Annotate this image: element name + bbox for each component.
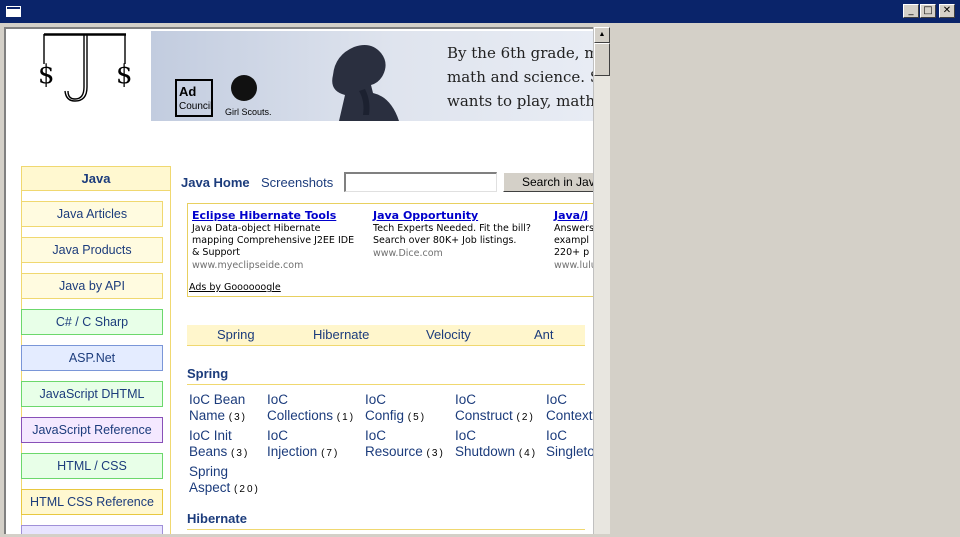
nav-item[interactable]: HTML / CSS [21, 453, 163, 479]
maximize-button[interactable]: □ [920, 4, 936, 18]
topic-label[interactable]: IoC [546, 428, 595, 444]
topic-count: (1) [336, 412, 356, 423]
spring-topic-link[interactable]: IoC Resource (3) [365, 428, 445, 462]
scrollbar-thumb[interactable] [594, 43, 610, 76]
ad-url[interactable]: www.Dice.com [373, 248, 538, 259]
tab-spring[interactable]: Spring [217, 327, 255, 342]
topic-label[interactable]: IoC [546, 392, 593, 408]
vertical-scrollbar[interactable]: ▲ [593, 27, 610, 534]
ad-description: Java Data-object Hibernate mapping Compr… [192, 223, 355, 258]
nav-item[interactable]: Java Articles [21, 201, 163, 227]
topic-label[interactable]: Injection [267, 444, 317, 459]
nav-item[interactable]: Java Products [21, 237, 163, 263]
topic-label[interactable]: IoC Init [189, 428, 249, 444]
search-button[interactable]: Search in Java [503, 172, 603, 192]
section-title-spring[interactable]: Spring [187, 366, 228, 381]
ad-item[interactable]: Java Opportunity Tech Experts Needed. Fi… [373, 209, 538, 259]
ad-title[interactable]: Java Opportunity [373, 209, 538, 222]
ad-url[interactable]: www.myeclipseide.com [192, 260, 364, 271]
topic-label[interactable]: IoC [365, 392, 426, 408]
browser-viewport: $ $ Ad Council Girl Scouts. By the 6th g… [4, 27, 610, 534]
section-divider [187, 384, 585, 385]
girl-scouts-logo-icon [231, 75, 257, 101]
topic-label[interactable]: IoC [455, 428, 537, 444]
ad-description: Tech Experts Needed. Fit the bill? Searc… [373, 223, 531, 246]
svg-text:$: $ [116, 60, 133, 90]
ad-item[interactable]: Eclipse Hibernate Tools Java Data-object… [192, 209, 364, 271]
topic-count: (7) [321, 448, 340, 459]
tab-velocity[interactable]: Velocity [426, 327, 471, 342]
girl-scouts-label: Girl Scouts. [225, 107, 272, 117]
nav-item[interactable]: Java by API [21, 273, 163, 299]
topic-label[interactable]: Name [189, 408, 225, 423]
text-ads-block: Eclipse Hibernate Tools Java Data-object… [187, 203, 607, 297]
nav-item[interactable] [21, 525, 163, 534]
topic-label[interactable]: Shutdown [455, 444, 515, 459]
topic-label[interactable]: Resource [365, 444, 423, 459]
spring-topic-link[interactable]: IoC Shutdown (4) [455, 428, 537, 462]
topic-count: (4) [518, 448, 538, 459]
search-input[interactable] [344, 172, 497, 192]
section-divider [187, 529, 585, 530]
topic-count: (3) [228, 412, 248, 423]
topic-count: (2) [516, 412, 535, 423]
topic-label[interactable]: Beans [189, 444, 227, 459]
ad-title[interactable]: Eclipse Hibernate Tools [192, 209, 364, 222]
spring-topic-link[interactable]: IoC Collections (1) [267, 392, 355, 426]
topic-label[interactable]: Singleto [546, 444, 595, 459]
topic-label[interactable]: Construct [455, 408, 513, 423]
topic-label[interactable]: IoC [365, 428, 445, 444]
topic-tabs: Spring Hibernate Velocity Ant [187, 325, 585, 346]
banner-ad[interactable]: Ad Council Girl Scouts. By the 6th grade… [151, 31, 596, 121]
banner-quote: By the 6th grade, m math and science. S … [447, 44, 596, 110]
svg-text:$: $ [38, 60, 55, 90]
topic-label[interactable]: Collections [267, 408, 333, 423]
topic-count: (3) [231, 448, 250, 459]
minimize-button[interactable]: _ [903, 4, 919, 18]
nav-item[interactable]: ASP.Net [21, 345, 163, 371]
spring-topic-link[interactable]: IoC Init Beans (3) [189, 428, 249, 462]
nav-item[interactable]: JavaScript DHTML [21, 381, 163, 407]
spring-topic-link[interactable]: IoC Singleto [546, 428, 595, 462]
topic-count: (20) [234, 484, 260, 495]
scroll-up-arrow-icon[interactable]: ▲ [594, 27, 610, 43]
spring-topic-link[interactable]: Spring Aspect (20) [189, 464, 260, 498]
java-home-link[interactable]: Java Home [181, 175, 250, 190]
topic-label[interactable]: IoC [267, 428, 339, 444]
topic-label[interactable]: IoC [455, 392, 535, 408]
window-icon [6, 6, 21, 17]
girl-silhouette-image [332, 45, 399, 121]
section-title-hibernate[interactable]: Hibernate [187, 511, 247, 526]
topic-label[interactable]: IoC [267, 392, 355, 408]
close-button[interactable]: ✕ [939, 4, 955, 18]
ad-council-logo: Ad Council [175, 79, 213, 117]
screenshots-link[interactable]: Screenshots [261, 175, 333, 190]
topic-label[interactable]: Config [365, 408, 404, 423]
nav-item[interactable]: HTML CSS Reference [21, 489, 163, 515]
topic-label[interactable]: IoC Bean [189, 392, 247, 408]
tab-hibernate[interactable]: Hibernate [313, 327, 369, 342]
spring-topic-link[interactable]: IoC Injection (7) [267, 428, 339, 462]
tab-ant[interactable]: Ant [534, 327, 554, 342]
site-logo[interactable]: $ $ [30, 29, 140, 109]
spring-topic-link[interactable]: IoC Bean Name (3) [189, 392, 247, 426]
nav-header-java: Java [21, 166, 171, 191]
nav-item[interactable]: JavaScript Reference [21, 417, 163, 443]
spring-topic-link[interactable]: IoC Construct (2) [455, 392, 535, 426]
topic-count: (5) [407, 412, 427, 423]
spring-topic-link[interactable]: IoC Config (5) [365, 392, 426, 426]
nav-item[interactable]: C# / C Sharp [21, 309, 163, 335]
topic-label[interactable]: Spring [189, 464, 260, 480]
window-titlebar[interactable]: _ □ ✕ [0, 0, 960, 23]
ads-by-google-link[interactable]: Ads by Goooooogle [189, 282, 281, 293]
topic-label[interactable]: Aspect [189, 480, 230, 495]
topic-label[interactable]: Context [546, 408, 593, 423]
spring-topic-link[interactable]: IoC Context [546, 392, 593, 426]
topic-count: (3) [426, 448, 445, 459]
